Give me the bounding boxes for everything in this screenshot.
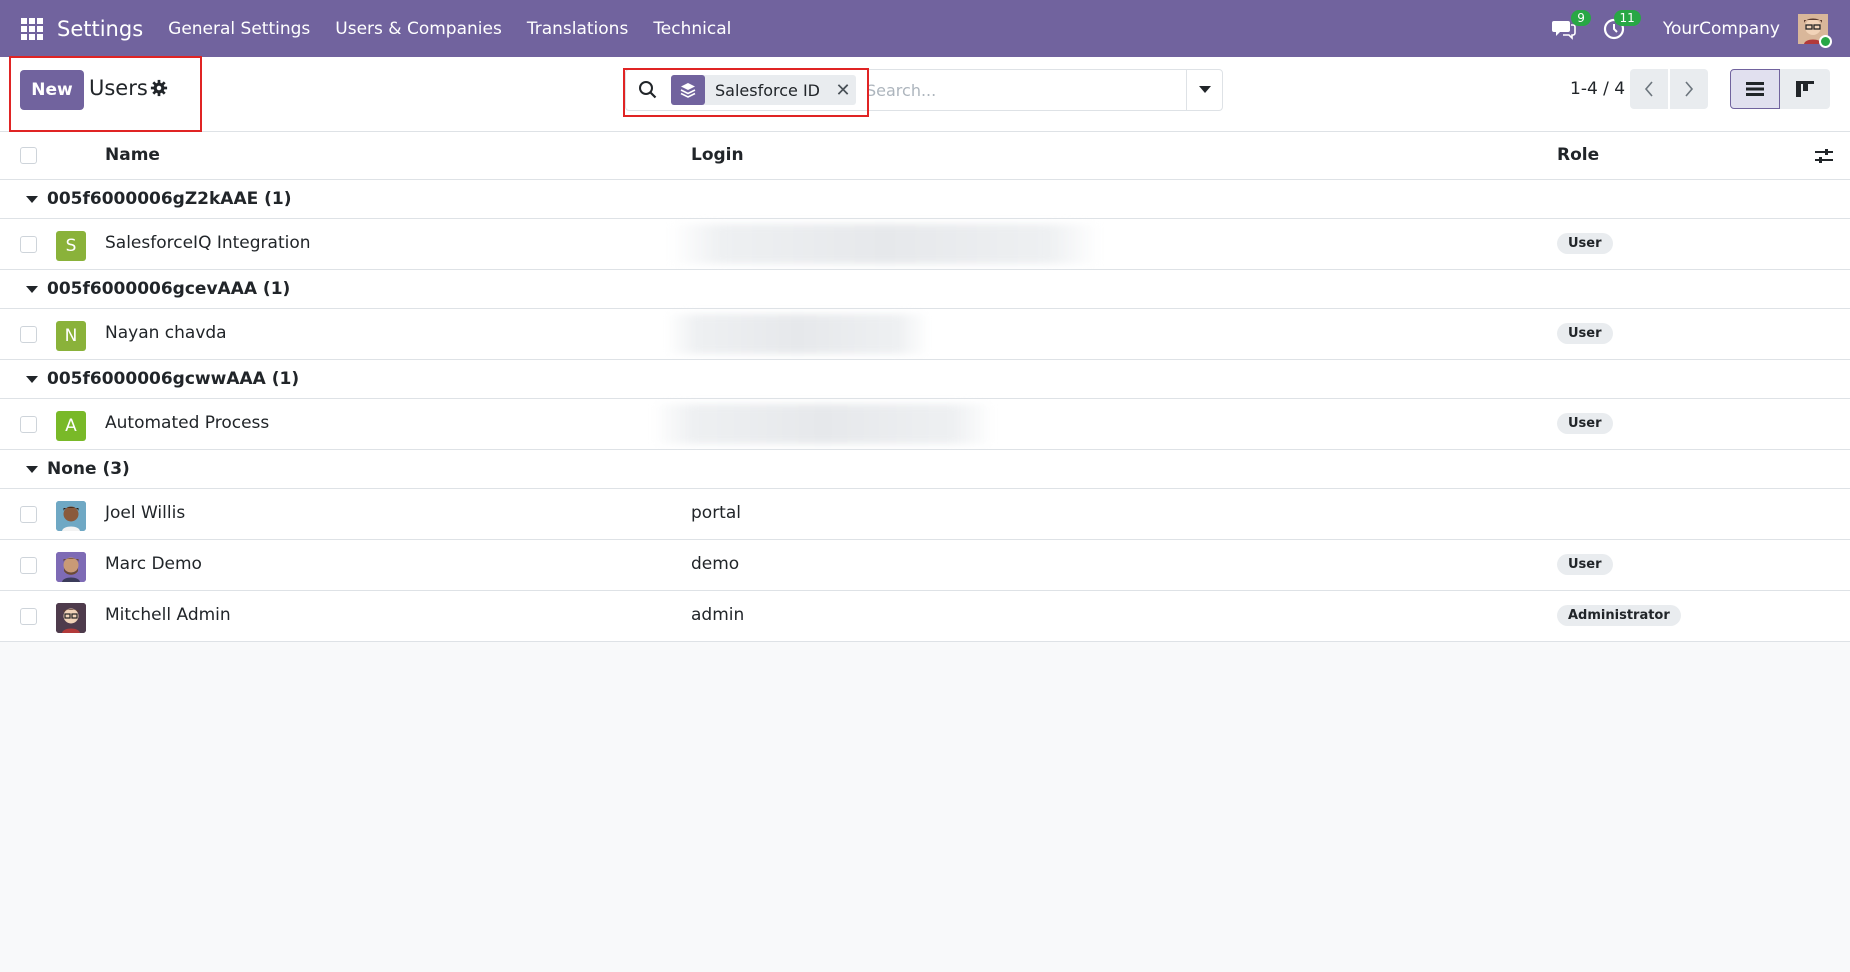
caret-down-icon: [26, 376, 38, 383]
activities-badge: 11: [1613, 9, 1641, 26]
apps-menu-icon[interactable]: [21, 17, 43, 40]
avatar: [56, 552, 86, 582]
highlight-facet-box: [623, 68, 869, 117]
search-options-toggle[interactable]: [1186, 70, 1222, 110]
highlight-new-users-box: [9, 56, 202, 132]
row-checkbox[interactable]: [20, 236, 37, 253]
user-name: Marc Demo: [105, 554, 202, 574]
avatar: [56, 501, 86, 531]
table-row[interactable]: N Nayan chavda User: [0, 309, 1850, 360]
role-badge: User: [1557, 554, 1613, 575]
control-panel: New Users Salesforce ID ✕ 1-4 / 4: [0, 57, 1850, 132]
row-checkbox[interactable]: [20, 506, 37, 523]
user-name: SalesforceIQ Integration: [105, 233, 311, 253]
avatar: A: [56, 411, 86, 441]
messages-badge: 9: [1571, 9, 1591, 26]
user-name: Mitchell Admin: [105, 605, 231, 625]
table-header: Name Login Role: [0, 132, 1850, 180]
group-row[interactable]: None (3): [0, 450, 1850, 489]
user-avatar[interactable]: [1798, 13, 1832, 48]
list-view-icon: [1746, 82, 1764, 96]
user-login: demo: [691, 554, 740, 574]
table-row[interactable]: A Automated Process User: [0, 399, 1850, 450]
company-switcher[interactable]: YourCompany: [1663, 19, 1780, 39]
users-list-table: Name Login Role 005f6000006gZ2kAAE (1) S…: [0, 132, 1850, 642]
group-label: None (3): [47, 459, 130, 479]
caret-down-icon: [1198, 86, 1211, 93]
menu-translations[interactable]: Translations: [527, 19, 629, 39]
pager-previous-button[interactable]: [1630, 69, 1668, 109]
menu-general-settings[interactable]: General Settings: [168, 19, 310, 39]
chevron-right-icon: [1685, 81, 1694, 97]
online-status-dot: [1819, 34, 1832, 48]
column-header-login[interactable]: Login: [691, 145, 744, 165]
role-badge: Administrator: [1557, 605, 1681, 626]
caret-down-icon: [26, 286, 38, 293]
pager-value[interactable]: 1-4 / 4: [1570, 79, 1625, 99]
blurred-login: [665, 314, 930, 354]
user-login: portal: [691, 503, 741, 523]
chevron-left-icon: [1644, 81, 1653, 97]
row-checkbox[interactable]: [20, 416, 37, 433]
row-checkbox[interactable]: [20, 326, 37, 343]
group-label: 005f6000006gZ2kAAE (1): [47, 189, 292, 209]
role-badge: User: [1557, 323, 1613, 344]
pager-next-button[interactable]: [1670, 69, 1708, 109]
column-header-name[interactable]: Name: [105, 145, 160, 165]
user-name: Automated Process: [105, 413, 270, 433]
table-row[interactable]: S SalesforceIQ Integration User: [0, 219, 1850, 270]
blurred-login: [652, 404, 994, 444]
group-row[interactable]: 005f6000006gZ2kAAE (1): [0, 180, 1850, 219]
group-label: 005f6000006gcevAAA (1): [47, 279, 291, 299]
menu-users-companies[interactable]: Users & Companies: [335, 19, 502, 39]
role-badge: User: [1557, 233, 1613, 254]
kanban-view-icon: [1796, 81, 1814, 97]
caret-down-icon: [26, 466, 38, 473]
optional-columns-sliders-icon[interactable]: [1814, 146, 1834, 166]
group-row[interactable]: 005f6000006gcevAAA (1): [0, 270, 1850, 309]
user-name: Joel Willis: [105, 503, 186, 523]
app-brand[interactable]: Settings: [57, 17, 143, 41]
list-view-button[interactable]: [1730, 69, 1780, 109]
menu-technical[interactable]: Technical: [653, 19, 731, 39]
user-name: Nayan chavda: [105, 323, 227, 343]
kanban-view-button[interactable]: [1780, 69, 1830, 109]
row-checkbox[interactable]: [20, 557, 37, 574]
blurred-login: [670, 224, 1100, 264]
table-row[interactable]: Mitchell Admin admin Administrator: [0, 591, 1850, 642]
user-login: admin: [691, 605, 745, 625]
top-navbar: Settings General Settings Users & Compan…: [0, 0, 1850, 57]
select-all-checkbox[interactable]: [20, 147, 37, 164]
avatar: S: [56, 231, 86, 261]
avatar: [56, 603, 86, 633]
group-label: 005f6000006gcwwAAA (1): [47, 369, 300, 389]
search-input[interactable]: [866, 80, 1186, 100]
avatar: N: [56, 321, 86, 351]
group-row[interactable]: 005f6000006gcwwAAA (1): [0, 360, 1850, 399]
table-row[interactable]: Joel Willis portal: [0, 489, 1850, 540]
column-header-role[interactable]: Role: [1557, 145, 1599, 165]
role-badge: User: [1557, 413, 1613, 434]
row-checkbox[interactable]: [20, 608, 37, 625]
caret-down-icon: [26, 196, 38, 203]
table-row[interactable]: Marc Demo demo User: [0, 540, 1850, 591]
activities-clock-icon[interactable]: 11: [1601, 9, 1641, 42]
messages-icon[interactable]: 9: [1551, 9, 1591, 42]
